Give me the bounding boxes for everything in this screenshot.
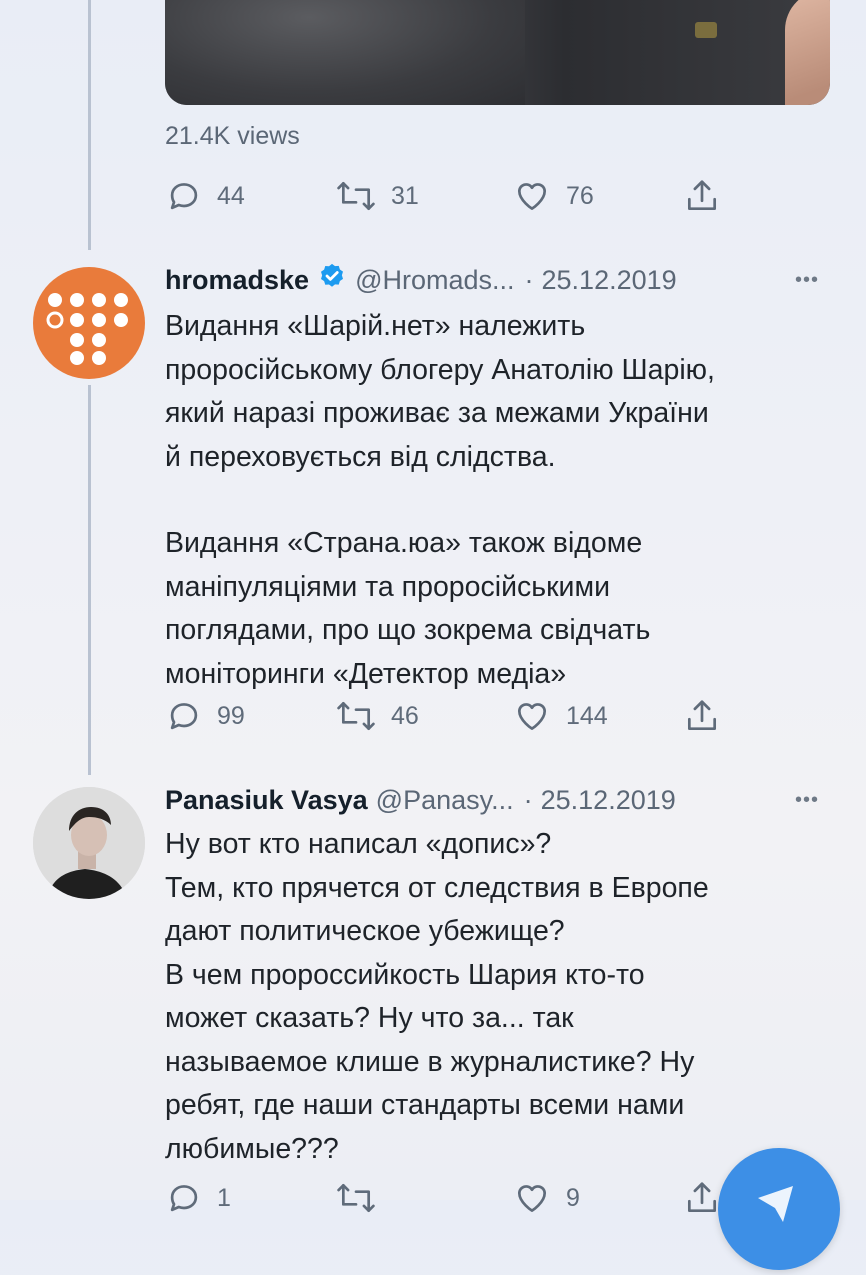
like-button[interactable]: 76 xyxy=(512,176,594,216)
verified-badge-icon xyxy=(317,262,347,299)
tweet-header: hromadske @Hromads... · 25.12.2019 xyxy=(165,263,815,297)
author-name[interactable]: Panasiuk Vasya xyxy=(165,785,368,816)
retweet-count: 31 xyxy=(391,181,419,210)
separator-dot: · xyxy=(523,784,533,815)
like-icon xyxy=(512,177,552,215)
retweet-button[interactable]: 31 xyxy=(335,176,419,216)
author-name[interactable]: hromadske xyxy=(165,265,309,296)
reply-button[interactable]: 44 xyxy=(165,176,245,216)
like-icon xyxy=(512,697,552,735)
reply-count: 99 xyxy=(217,701,245,730)
tweet-date[interactable]: 25.12.2019 xyxy=(541,785,676,816)
tweet-media-image[interactable] xyxy=(165,0,830,105)
retweet-icon xyxy=(335,697,377,735)
more-icon[interactable]: ••• xyxy=(790,783,824,817)
retweet-icon xyxy=(335,177,377,215)
retweet-icon xyxy=(335,1179,377,1217)
compose-button[interactable] xyxy=(718,1148,840,1270)
more-icon[interactable]: ••• xyxy=(790,263,824,297)
like-count: 144 xyxy=(566,701,608,730)
tweet-paragraph: Видання «Шарій.нет» належить проросійськ… xyxy=(165,310,715,473)
share-icon xyxy=(683,176,721,216)
reply-count: 44 xyxy=(217,181,245,210)
tweet-date[interactable]: 25.12.2019 xyxy=(542,265,677,296)
tweet-paragraph: Видання «Страна.юа» також відоме маніпул… xyxy=(165,527,651,690)
reply-button[interactable]: 99 xyxy=(165,696,245,736)
hromadske-logo-icon xyxy=(46,293,128,365)
tweet-actions: 1 9 xyxy=(165,1178,735,1218)
share-button[interactable] xyxy=(683,176,721,216)
share-button[interactable] xyxy=(683,696,721,736)
thread-line xyxy=(88,0,91,250)
like-button[interactable]: 9 xyxy=(512,1178,580,1218)
retweet-count: 46 xyxy=(391,701,419,730)
tweet-text: Видання «Шарій.нет» належить проросійськ… xyxy=(165,305,825,696)
reply-count: 1 xyxy=(217,1183,231,1212)
retweet-button[interactable]: 46 xyxy=(335,696,419,736)
profile-photo-icon xyxy=(33,787,145,899)
view-count: 21.4K views xyxy=(165,122,300,150)
tweet-header: Panasiuk Vasya @Panasy... · 25.12.2019 xyxy=(165,783,815,817)
author-handle[interactable]: @Hromads... xyxy=(355,265,514,296)
tweet-paragraph: Ну вот кто написал «допис»? Тем, кто пря… xyxy=(165,828,709,1165)
avatar-hromadske[interactable] xyxy=(33,267,145,379)
compose-icon xyxy=(758,1186,793,1222)
tweet-actions: 44 31 76 xyxy=(165,176,735,216)
retweet-button[interactable] xyxy=(335,1178,377,1218)
like-count: 9 xyxy=(566,1183,580,1212)
reply-button[interactable]: 1 xyxy=(165,1178,231,1218)
like-icon xyxy=(512,1179,552,1217)
thread-line xyxy=(88,385,91,775)
separator-dot: · xyxy=(524,264,534,295)
reply-icon xyxy=(165,1179,203,1217)
avatar-panasiuk[interactable] xyxy=(33,787,145,899)
reply-icon xyxy=(165,177,203,215)
reply-icon xyxy=(165,697,203,735)
share-icon xyxy=(683,696,721,736)
tweet-text: Ну вот кто написал «допис»? Тем, кто пря… xyxy=(165,823,825,1171)
share-icon xyxy=(683,1178,721,1218)
tweet-actions: 99 46 144 xyxy=(165,696,735,736)
share-button[interactable] xyxy=(683,1178,721,1218)
like-button[interactable]: 144 xyxy=(512,696,608,736)
author-handle[interactable]: @Panasy... xyxy=(376,785,514,816)
like-count: 76 xyxy=(566,181,594,210)
